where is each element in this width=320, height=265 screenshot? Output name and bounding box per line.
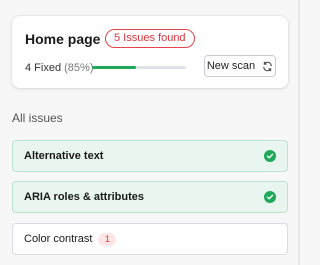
fixed-percent: (85%) xyxy=(64,62,94,74)
refresh-icon xyxy=(262,61,273,72)
new-scan-label: New scan xyxy=(206,60,256,72)
issue-label: ARIA roles & attributes xyxy=(24,191,145,203)
issues-found-badge: 5 Issues found xyxy=(105,29,195,48)
issue-count-badge: 1 xyxy=(98,232,117,246)
fixed-count: 4 Fixed (85%) xyxy=(25,62,93,74)
check-circle-icon xyxy=(264,191,276,203)
issue-item-aria-roles[interactable]: ARIA roles & attributes xyxy=(12,181,288,213)
summary-card: Home page 5 Issues found 4 Fixed (85%) N… xyxy=(12,16,288,88)
fix-progress-fill xyxy=(92,66,137,69)
issue-item-alternative-text[interactable]: Alternative text xyxy=(12,140,288,172)
issue-label: Alternative text xyxy=(24,150,104,162)
panel-edge xyxy=(298,0,300,265)
check-circle-icon xyxy=(264,150,276,162)
fixed-label: 4 Fixed xyxy=(25,62,62,74)
page-title: Home page xyxy=(25,31,101,47)
new-scan-button[interactable]: New scan xyxy=(204,55,276,77)
fix-progress-bar xyxy=(92,66,186,69)
all-issues-heading: All issues xyxy=(12,111,63,125)
issue-item-color-contrast[interactable]: Color contrast 1 xyxy=(12,223,288,255)
issue-label: Color contrast xyxy=(24,233,93,245)
